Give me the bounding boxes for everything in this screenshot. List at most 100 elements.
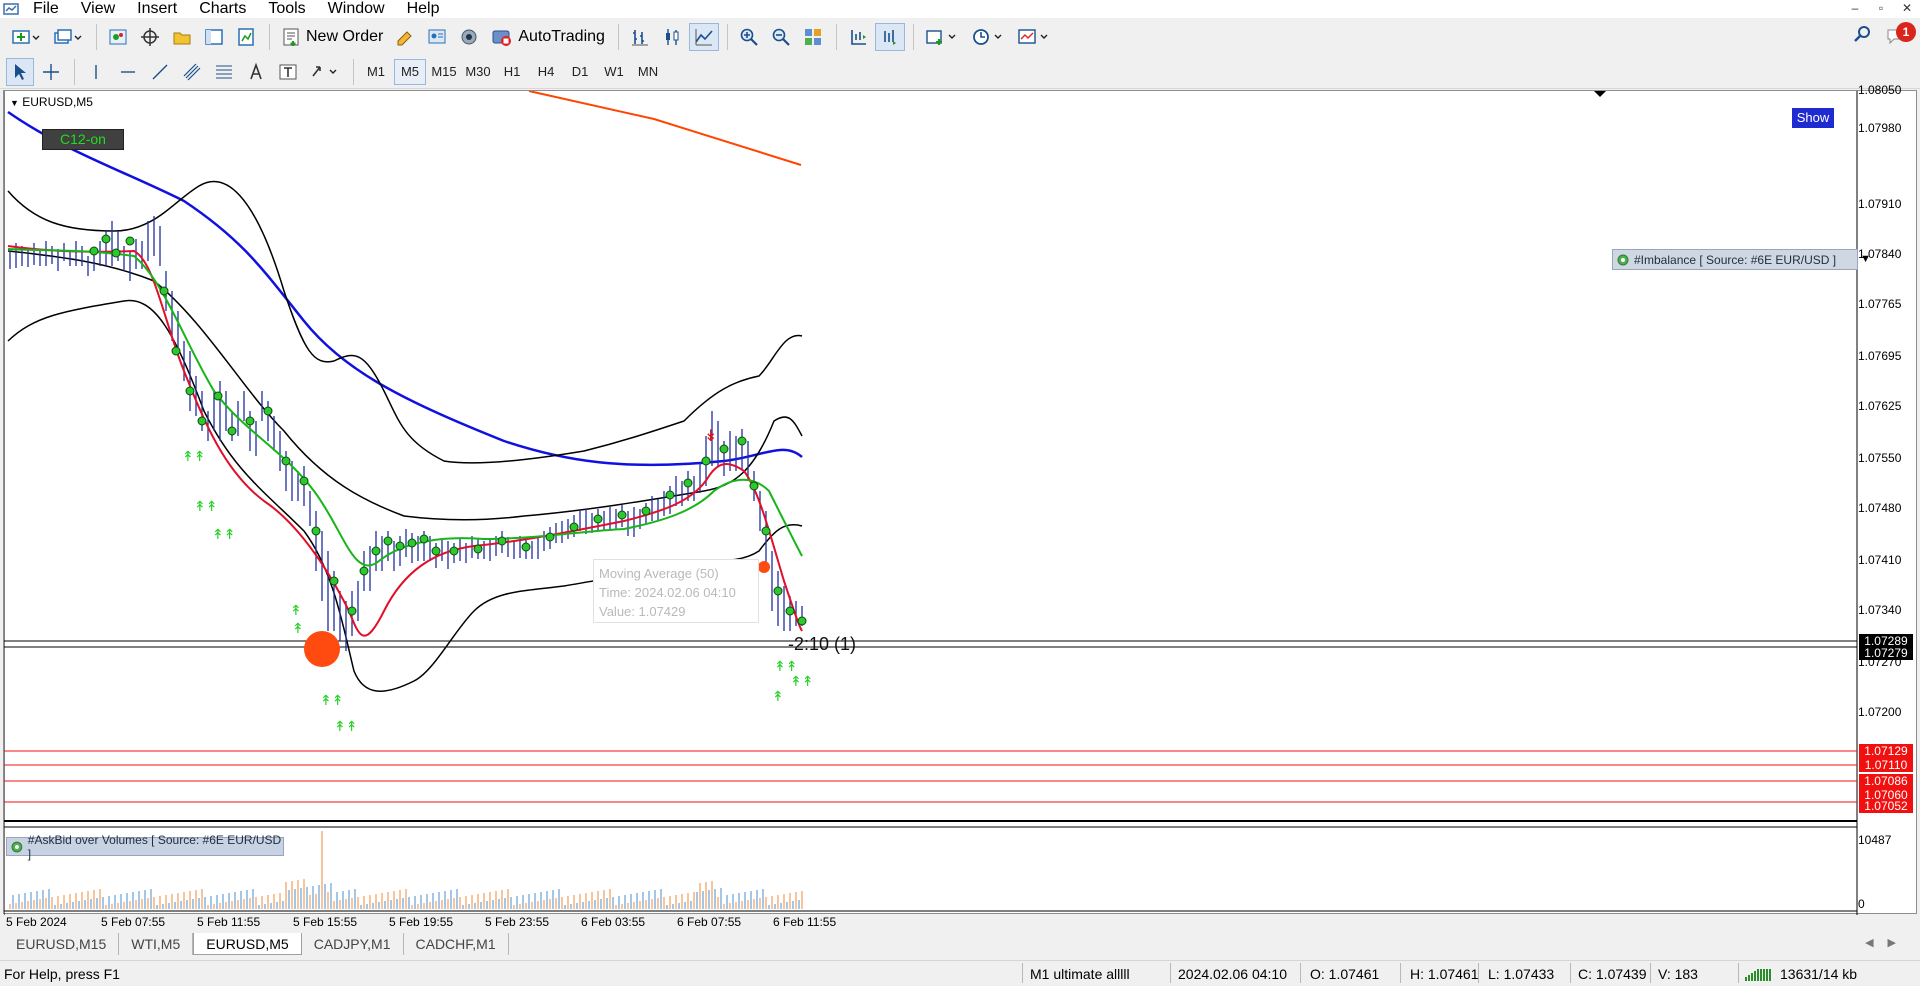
trendline-button[interactable] [145,58,175,86]
auto-scroll-button[interactable] [874,23,905,51]
chart-window[interactable]: ↟↟ ↟↟ ↟↟ ↟ ↟ ↟↟ ↟↟ ↟↟ ↟↟ ↟ ↡ ▼ EURUSD,M5… [3,83,1918,929]
price-scale-label: 1.07200 [1858,705,1902,719]
status-volume: V: 183 [1658,966,1698,982]
chart-shift-button[interactable] [843,23,873,51]
signal-dot [521,542,531,552]
vertical-line-button[interactable] [81,58,111,86]
signal-dot [245,416,255,426]
price-chart-canvas[interactable]: ↟↟ ↟↟ ↟↟ ↟ ↟ ↟↟ ↟↟ ↟↟ ↟↟ ↟ ↡ [4,91,1918,915]
status-profile: M1 ultimate alllll [1030,966,1130,982]
signals-button[interactable] [422,23,452,51]
fibonacci-button[interactable] [209,58,239,86]
tab-eurusd-m15[interactable]: EURUSD,M15 [4,933,120,955]
crosshair-tool-button[interactable] [36,58,66,86]
metaeditor-button[interactable] [390,23,420,51]
timeframe-m5[interactable]: M5 [394,58,426,85]
timeframe-h1[interactable]: H1 [496,59,528,85]
candlestick-button[interactable] [657,23,687,51]
tab-wti-m5[interactable]: WTI,M5 [119,933,194,955]
show-button[interactable]: Show [1792,108,1834,128]
price-scale-label: 1.07550 [1858,451,1902,465]
navigator-button[interactable] [167,23,197,51]
chart-tooltip: Moving Average (50) Time: 2024.02.06 04:… [593,559,759,623]
menu-tools[interactable]: Tools [257,0,316,18]
notifications-button[interactable]: 1 [1886,22,1916,46]
menu-window[interactable]: Window [317,0,396,18]
svg-text:↟: ↟ [290,603,302,619]
minimize-button[interactable]: – [1842,0,1868,18]
menu-file[interactable]: File [22,0,70,18]
globe-icon [461,29,477,45]
fibonacci-icon [216,64,232,79]
svg-text:↟↟: ↟↟ [212,527,235,543]
text-tool-button[interactable] [241,58,271,86]
navigator-folder-icon [173,32,191,45]
timeframe-m30[interactable]: M30 [462,59,494,85]
close-button[interactable]: ✕ [1894,0,1920,18]
timeframe-w1[interactable]: W1 [598,59,630,85]
templates-button[interactable] [1012,23,1056,51]
trendline-icon [152,64,168,79]
timeframe-d1[interactable]: D1 [564,59,596,85]
timeframe-m15[interactable]: M15 [428,59,460,85]
market-watch-button[interactable] [103,23,133,51]
price-scale-label: 1.07410 [1858,553,1902,567]
signal-dot [311,526,321,536]
signal-dot [263,406,273,416]
timeframe-mn[interactable]: MN [632,59,664,85]
c12-toggle-button[interactable]: C12-on [42,129,124,150]
menu-view[interactable]: View [70,0,126,18]
app-icon[interactable] [0,0,22,18]
imbalance-indicator-tab[interactable]: #Imbalance [ Source: #6E EUR/USD ] ▼ [1612,249,1871,270]
tab-cadchf-m1[interactable]: CADCHF,M1 [404,933,509,955]
signal-dot [701,456,711,466]
tab-scroll-arrows[interactable]: ◀▶ [1865,936,1910,949]
strategy-tester-button[interactable] [231,23,261,51]
zoom-out-button[interactable] [766,23,796,51]
data-window-button[interactable] [135,23,165,51]
menu-charts[interactable]: Charts [188,0,257,18]
horizontal-line-button[interactable] [113,58,143,86]
timeframe-m1[interactable]: M1 [360,59,392,85]
indicator-gear-icon [1617,254,1629,265]
line-chart-button[interactable] [688,23,719,51]
text-label-button[interactable] [273,58,303,86]
tab-cadjpy-m1[interactable]: CADJPY,M1 [302,933,404,955]
profiles-button[interactable] [48,23,88,51]
menu-insert[interactable]: Insert [126,0,188,18]
horizontal-line-icon [121,70,135,73]
new-chart-button[interactable] [6,23,46,51]
zoom-in-button[interactable] [734,23,764,51]
cursor-tool-button[interactable] [6,57,34,86]
chart-symbol-label: ▼ EURUSD,M5 [10,95,93,109]
indicators-button[interactable] [920,23,964,51]
bar-chart-button[interactable] [625,23,655,51]
signal-dot [185,386,195,396]
terminal-button[interactable] [199,23,229,51]
new-order-button[interactable]: New Order [276,23,388,51]
templates-icon [1018,29,1048,44]
askbid-indicator-tab[interactable]: #AskBid over Volumes [ Source: #6E EUR/U… [6,833,284,861]
toolbar-separator [726,24,728,50]
signal-dot [383,536,393,546]
toolbar-separator [912,24,914,50]
tooltip-value: Value: 1.07429 [599,604,686,619]
timeframe-h4[interactable]: H4 [530,59,562,85]
terminal-window-icon [205,29,223,45]
tile-windows-button[interactable] [798,23,828,51]
periods-button[interactable] [966,23,1010,51]
symbol-text: EURUSD,M5 [22,95,93,109]
new-order-icon [283,28,299,46]
equidistant-channel-button[interactable] [177,58,207,86]
signal-dot [569,522,579,532]
autotrading-button[interactable]: AutoTrading [486,23,610,51]
restore-button[interactable]: ▫ [1868,0,1894,18]
window-controls: – ▫ ✕ [1842,0,1920,18]
arrows-button[interactable] [305,58,345,86]
menu-help[interactable]: Help [396,0,451,18]
search-icon[interactable] [1852,24,1872,44]
price-scale-label: 1.07625 [1858,399,1902,413]
market-button[interactable] [454,23,484,51]
tab-eurusd-m5[interactable]: EURUSD,M5 [193,933,302,955]
signal-dot [111,248,121,258]
